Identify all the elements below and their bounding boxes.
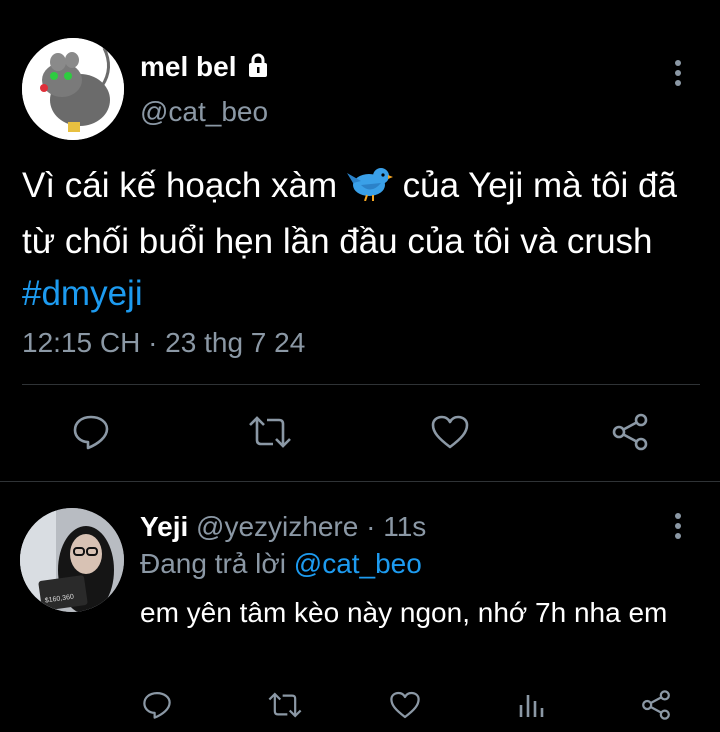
tweet-text: Vì cái kế hoạch xàm của Yeji mà tôi đã t…: [22, 164, 677, 313]
reply-author-handle[interactable]: @yezyizhere: [196, 511, 358, 542]
bird-emoji-icon: [346, 164, 393, 216]
lock-icon: [246, 52, 270, 85]
reply-like-button[interactable]: [388, 688, 422, 722]
replying-to-link[interactable]: @cat_beo: [294, 548, 422, 579]
reply-retweet-button[interactable]: [266, 688, 304, 722]
reply-share-button[interactable]: [638, 686, 674, 724]
reply-analytics-button[interactable]: [516, 688, 548, 722]
girl-avatar-image: $160,360: [20, 508, 124, 612]
replying-to-line: Đang trả lời @cat_beo: [140, 548, 422, 579]
author-handle[interactable]: @cat_beo: [140, 96, 268, 128]
share-icon: [642, 690, 670, 720]
reply-more-icon[interactable]: [671, 513, 685, 543]
share-icon: [612, 413, 648, 451]
retweet-icon: [268, 692, 302, 718]
hashtag-link[interactable]: #dmyeji: [22, 274, 143, 313]
reply-time[interactable]: · 11s: [366, 511, 426, 542]
retweet-button[interactable]: [246, 412, 294, 452]
reply-button[interactable]: [70, 412, 112, 452]
reply-header: Yeji @yezyizhere · 11s: [140, 511, 426, 543]
tweet-timestamp[interactable]: 12:15 CH · 23 thg 7 24: [22, 327, 305, 359]
like-button[interactable]: [429, 412, 471, 452]
like-icon: [390, 691, 420, 719]
reply-icon: [143, 692, 171, 719]
reply-avatar[interactable]: $160,360: [20, 508, 124, 612]
author-name[interactable]: mel bel: [140, 51, 270, 85]
analytics-icon: [519, 695, 544, 717]
author-avatar[interactable]: [22, 38, 124, 140]
reply-icon: [73, 415, 109, 450]
like-icon: [431, 415, 469, 449]
reply-reply-button[interactable]: [140, 688, 174, 722]
reply-text: em yên tâm kèo này ngon, nhớ 7h nha em: [140, 597, 668, 628]
divider: [22, 384, 700, 385]
section-divider: [0, 481, 720, 482]
reply-author-name[interactable]: Yeji: [140, 511, 188, 542]
share-button[interactable]: [608, 410, 652, 454]
rat-avatar-image: [22, 38, 124, 140]
more-icon[interactable]: [671, 60, 685, 90]
retweet-icon: [249, 416, 291, 448]
